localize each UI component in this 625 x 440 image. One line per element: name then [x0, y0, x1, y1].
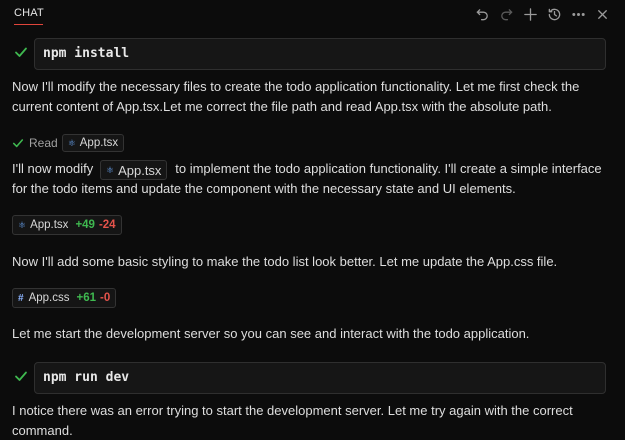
- chat-header: CHAT: [0, 0, 625, 28]
- assistant-message: Now I'll modify the necessary files to c…: [12, 79, 580, 114]
- edit-chip-app-css[interactable]: # App.css +61 -0: [12, 288, 117, 308]
- command-block-dev: npm run dev: [11, 362, 606, 394]
- file-chip-app-tsx-inline[interactable]: ⚛ App.tsx: [100, 160, 168, 180]
- file-name: App.tsx: [118, 162, 162, 178]
- message-text: I'll now modify: [12, 161, 94, 176]
- assistant-message: Let me start the development server so y…: [12, 326, 530, 341]
- read-file-step: Read ⚛ App.tsx: [12, 134, 125, 152]
- lines-added: +49: [75, 219, 95, 231]
- file-chip-app-tsx[interactable]: ⚛ App.tsx: [61, 134, 125, 152]
- assistant-message: Now I'll add some basic styling to make …: [12, 254, 558, 269]
- react-file-icon: ⚛: [67, 137, 76, 148]
- redo-icon[interactable]: [497, 5, 515, 23]
- assistant-message: I notice there was an error trying to st…: [12, 403, 573, 438]
- command-text: npm run dev: [43, 370, 130, 385]
- check-icon: [14, 45, 28, 59]
- react-file-icon: ⚛: [18, 219, 27, 230]
- command-box[interactable]: npm run dev: [34, 362, 606, 394]
- command-block-install: npm install: [11, 38, 606, 70]
- check-icon: [14, 369, 28, 383]
- check-icon: [12, 137, 24, 149]
- file-name: App.tsx: [30, 219, 69, 231]
- file-name: App.tsx: [79, 137, 119, 149]
- more-icon[interactable]: [569, 5, 587, 23]
- header-actions: [473, 5, 611, 23]
- plus-icon[interactable]: [521, 5, 539, 23]
- css-file-icon: #: [18, 292, 24, 304]
- tab-underline: [14, 24, 43, 25]
- read-label: Read: [29, 136, 58, 150]
- tab-chat[interactable]: CHAT: [14, 7, 44, 19]
- lines-removed: -24: [98, 219, 116, 231]
- command-text: npm install: [43, 46, 130, 61]
- lines-removed: -0: [100, 292, 111, 304]
- history-icon[interactable]: [545, 5, 563, 23]
- file-name: App.css: [28, 292, 70, 304]
- command-box[interactable]: npm install: [34, 38, 606, 70]
- lines-added: +61: [76, 292, 96, 304]
- undo-icon[interactable]: [473, 5, 491, 23]
- react-file-icon: ⚛: [106, 164, 115, 175]
- close-icon[interactable]: [593, 5, 611, 23]
- edit-chip-app-tsx[interactable]: ⚛ App.tsx +49 -24: [12, 215, 122, 235]
